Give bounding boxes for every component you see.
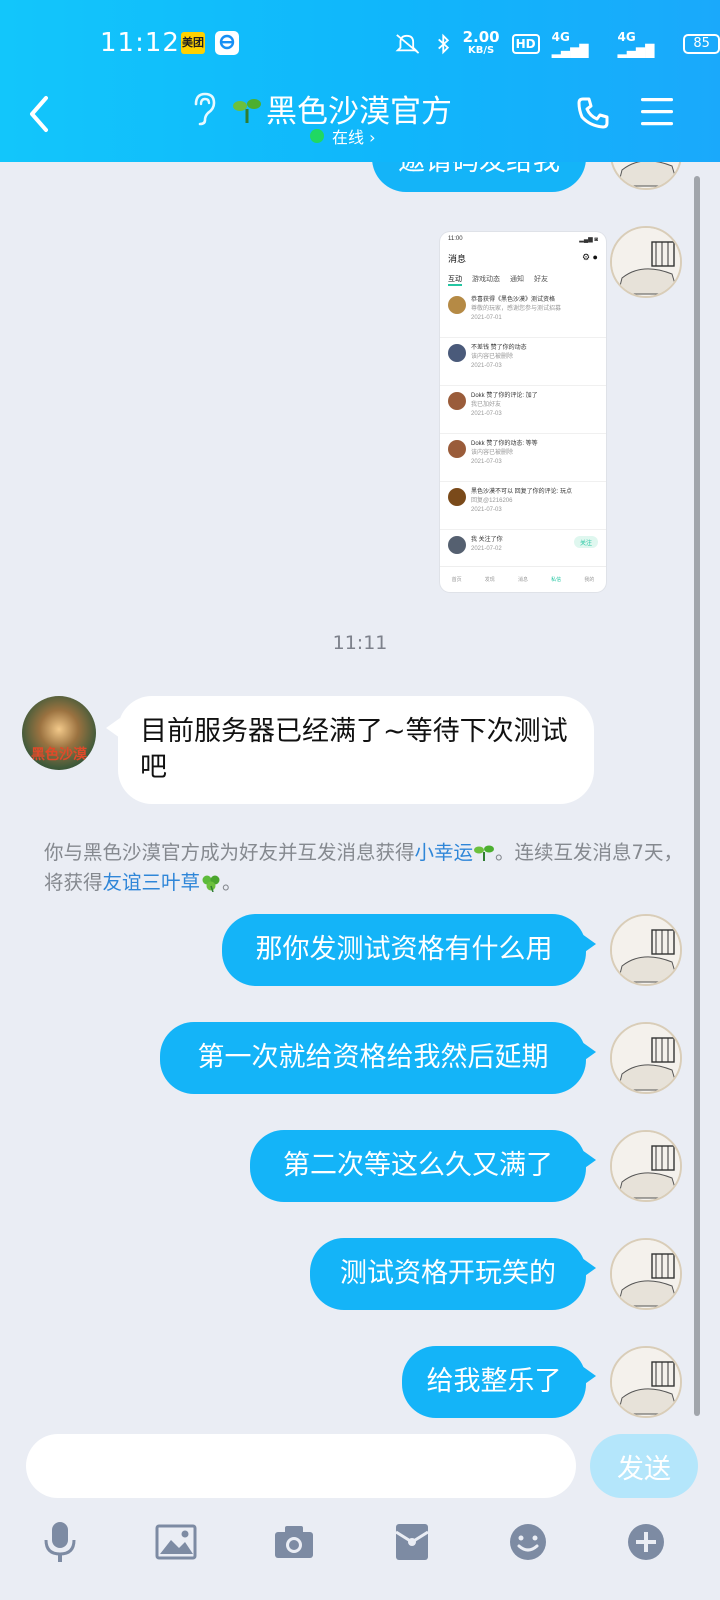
user-avatar[interactable]: [610, 1022, 682, 1094]
message-bubble-outgoing[interactable]: 第二次等这么久又满了: [250, 1130, 596, 1202]
user-avatar-art: [612, 228, 680, 296]
hd-badge: HD: [511, 34, 540, 54]
emoji-button[interactable]: [504, 1518, 552, 1566]
plus-icon: [628, 1524, 664, 1560]
chat-header: 11:12 美团 2.00 KB/S HD 4G ▂▄▆█ 4G ▂▄▆█ 85: [0, 0, 720, 162]
user-avatar-art: [612, 1240, 680, 1308]
menu-icon[interactable]: [640, 96, 674, 128]
red-packet-icon: [395, 1524, 429, 1560]
thumb-status-bar: 11:00 ▂▄▆ ◙: [448, 236, 598, 243]
thumb-row: 不差钱 赞了你的动态 该内容已被删除 2021-07-03: [440, 338, 606, 386]
screenshot-image-message[interactable]: 11:00 ▂▄▆ ◙ 消息 ⚙ ● 互动 游戏动态 通知 好友 恭喜获得《黑色沙漠》测试…: [440, 232, 606, 592]
user-avatar[interactable]: [610, 1130, 682, 1202]
microphone-icon: [44, 1522, 76, 1562]
user-avatar-art: [612, 916, 680, 984]
message-input[interactable]: [26, 1434, 576, 1498]
thumb-tabs: 互动 游戏动态 通知 好友: [440, 270, 606, 290]
online-status[interactable]: 在线 ›: [310, 124, 376, 148]
message-bubble-outgoing[interactable]: 第一次就给资格给我然后延期: [160, 1022, 596, 1094]
status-bar: 11:12 美团 2.00 KB/S HD 4G ▂▄▆█ 4G ▂▄▆█ 85: [0, 24, 720, 64]
status-time: 11:12: [100, 28, 180, 58]
mute-icon: [395, 34, 420, 54]
emoji-icon: [510, 1524, 546, 1560]
message-text: 给我整乐了: [426, 1366, 562, 1397]
user-avatar[interactable]: [610, 1346, 682, 1418]
thumb-row: Dokk 赞了你的动态: 等等 该内容已被删除 2021-07-03: [440, 434, 606, 482]
network-speed: 2.00 KB/S: [462, 28, 500, 57]
signal-4g-2: 4G ▂▄▆█: [617, 30, 655, 58]
user-avatar[interactable]: [610, 1238, 682, 1310]
message-text: 第一次就给资格给我然后延期: [197, 1042, 549, 1073]
sprout-icon: [474, 845, 495, 861]
battery-icon: 85: [683, 34, 720, 54]
thumb-title: 消息 ⚙ ●: [448, 252, 598, 264]
back-arrow-icon[interactable]: [24, 92, 54, 136]
meituan-app-icon: 美团: [181, 32, 205, 54]
message-text: 目前服务器已经满了~等待下次测试吧: [140, 716, 568, 783]
message-bubble-outgoing[interactable]: 那你发测试资格有什么用: [222, 914, 596, 986]
chat-scrollbar[interactable]: [694, 176, 700, 1416]
thumb-nav: 首页 发现 消息 私信 我的: [440, 566, 606, 592]
clover-icon: [202, 875, 220, 892]
e-app-icon: [215, 31, 239, 55]
thumb-row: 黑色沙漠不可以 回复了你的评论: 玩点 回复@1216206 2021-07-03: [440, 482, 606, 530]
online-label: 在线 ›: [332, 128, 376, 147]
phone-icon[interactable]: [576, 96, 610, 130]
user-avatar[interactable]: [610, 914, 682, 986]
time-separator: 11:11: [332, 632, 388, 654]
status-right-group: 2.00 KB/S HD 4G ▂▄▆█ 4G ▂▄▆█ 85: [395, 28, 720, 60]
user-avatar[interactable]: [610, 226, 682, 298]
input-area: 发送: [0, 1420, 720, 1600]
user-avatar-art: [612, 1132, 680, 1200]
message-bubble-outgoing[interactable]: 给我整乐了: [402, 1346, 596, 1418]
input-toolbar: [0, 1512, 720, 1582]
user-avatar-art: [612, 1348, 680, 1416]
camera-icon: [275, 1526, 313, 1558]
user-avatar-art: [612, 1024, 680, 1092]
message-bubble-outgoing[interactable]: 测试资格开玩笑的: [310, 1238, 596, 1310]
clover-link[interactable]: 友谊三叶草: [103, 871, 201, 894]
avatar-text: 黑色沙漠: [31, 747, 87, 763]
message-text: 测试资格开玩笑的: [340, 1258, 556, 1289]
system-note: 你与黑色沙漠官方成为好友并互发消息获得小幸运 。连续互发消息7天，将获得友谊三叶草…: [44, 841, 683, 894]
message-bubble-incoming[interactable]: 目前服务器已经满了~等待下次测试吧: [106, 696, 594, 804]
image-icon: [155, 1524, 197, 1560]
bluetooth-icon: [438, 33, 450, 55]
image-button[interactable]: [152, 1518, 200, 1566]
red-packet-button[interactable]: [388, 1518, 436, 1566]
send-button[interactable]: 发送: [590, 1434, 698, 1498]
official-avatar[interactable]: 黑色沙漠: [22, 696, 96, 770]
thumb-row: 恭喜获得《黑色沙漠》测试资格 尊敬的玩家，感谢您参与测试招募 2021-07-01: [440, 290, 606, 338]
voice-button[interactable]: [36, 1518, 84, 1566]
online-dot-icon: [310, 129, 324, 143]
more-button[interactable]: [622, 1518, 670, 1566]
thumb-row: Dokk 赞了你的评论: 加了 我已加好友 2021-07-03: [440, 386, 606, 434]
signal-4g-1: 4G ▂▄▆█: [551, 30, 589, 58]
camera-button[interactable]: [270, 1518, 318, 1566]
sprout-icon: [233, 99, 261, 123]
message-text: 那你发测试资格有什么用: [255, 934, 553, 965]
lucky-link[interactable]: 小幸运: [415, 841, 474, 864]
ear-icon[interactable]: [190, 90, 218, 126]
message-text: 第二次等这么久又满了: [283, 1150, 553, 1181]
